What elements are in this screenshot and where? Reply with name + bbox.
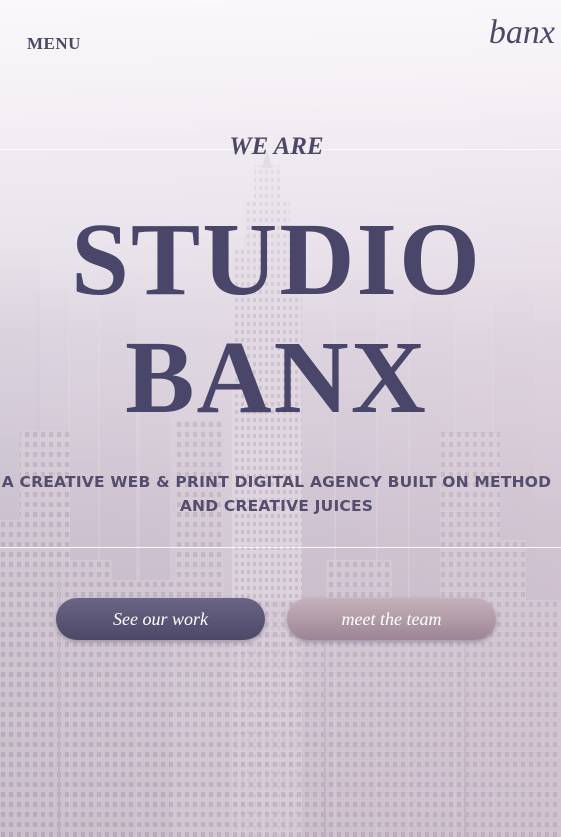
- tagline-line2: AND CREATIVE JUICES: [179, 497, 374, 515]
- menu-button[interactable]: MENU: [27, 34, 81, 54]
- hero-title-line1: STUDIO: [71, 202, 482, 317]
- see-our-work-button[interactable]: See our work: [56, 598, 265, 640]
- meet-the-team-button[interactable]: meet the team: [287, 598, 496, 640]
- hero-tagline: A CREATIVE WEB & PRINT DIGITAL AGENCY BU…: [0, 470, 553, 518]
- hero-title-line2: BANX: [125, 320, 428, 435]
- divider-bottom: [0, 547, 561, 548]
- tagline-line1: A CREATIVE WEB & PRINT DIGITAL AGENCY BU…: [1, 473, 552, 491]
- hero-intro: WE ARE: [229, 133, 324, 160]
- brand-logo[interactable]: banx: [489, 14, 555, 52]
